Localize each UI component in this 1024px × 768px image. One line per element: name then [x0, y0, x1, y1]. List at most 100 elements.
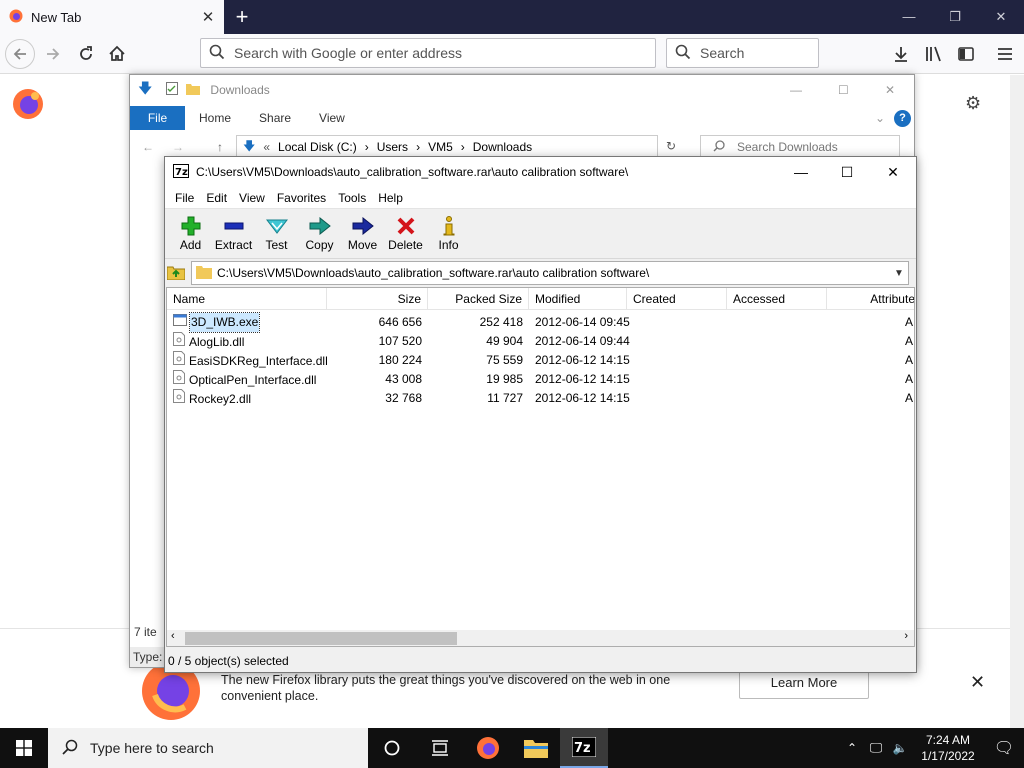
column-modified[interactable]: Modified — [529, 288, 627, 310]
table-row[interactable]: 3D_IWB.exe 646 656 252 418 2012-06-14 09:45… — [167, 312, 914, 333]
close-window-icon[interactable]: ✕ — [978, 0, 1024, 34]
column-size[interactable]: Size — [327, 288, 428, 310]
clock[interactable]: 7:24 AM 1/17/2022 — [912, 732, 984, 764]
test-button[interactable]: Test — [255, 209, 298, 258]
forward-button[interactable] — [38, 39, 68, 69]
file-attributes-cell: A — [905, 353, 914, 367]
column-accessed[interactable]: Accessed — [727, 288, 827, 310]
breadcrumb-downloads[interactable]: Downloads — [473, 140, 532, 154]
add-button[interactable]: Add — [169, 209, 212, 258]
tab-home[interactable]: Home — [185, 111, 245, 125]
sidebar-icon[interactable] — [951, 39, 981, 69]
start-button[interactable] — [0, 728, 48, 768]
cortana-icon[interactable] — [368, 728, 416, 768]
breadcrumb-vm5[interactable]: VM5 — [428, 140, 453, 154]
close-icon[interactable]: ✕ — [885, 83, 895, 97]
tab-view[interactable]: View — [305, 111, 359, 125]
gear-icon[interactable]: ⚙ — [965, 93, 981, 114]
minimize-icon[interactable]: — — [790, 83, 802, 97]
firefox-taskbar-icon[interactable] — [464, 728, 512, 768]
tab-new-tab[interactable]: New Tab ✕ — [0, 0, 224, 34]
file-name: Rockey2.dll — [189, 391, 252, 406]
copy-button[interactable]: Copy — [298, 209, 341, 258]
up-arrow-icon[interactable]: ↑ — [217, 140, 223, 154]
minus-icon — [224, 215, 244, 237]
column-packed-size[interactable]: Packed Size — [428, 288, 529, 310]
scrollbar-thumb[interactable] — [185, 632, 457, 645]
back-arrow-icon[interactable]: ← — [142, 140, 154, 154]
extract-button[interactable]: Extract — [212, 209, 255, 258]
refresh-icon[interactable]: ↻ — [666, 139, 676, 153]
delete-button[interactable]: Delete — [384, 209, 427, 258]
maximize-icon[interactable]: ☐ — [838, 83, 849, 97]
task-view-icon[interactable] — [416, 728, 464, 768]
scroll-left-icon[interactable]: ‹ — [171, 630, 175, 642]
notification-icon[interactable]: 🗨 — [984, 738, 1024, 758]
url-bar[interactable]: Search with Google or enter address — [200, 38, 656, 68]
table-row[interactable]: Rockey2.dll 32 768 11 727 2012-06-12 14:15 A — [167, 389, 914, 408]
column-name[interactable]: Name — [167, 288, 327, 310]
list-header: Name Size Packed Size Modified Created A… — [167, 288, 914, 310]
table-row[interactable]: EasiSDKReg_Interface.dll 180 224 75 559 201… — [167, 351, 914, 370]
close-icon[interactable]: ✕ — [196, 8, 220, 26]
reload-button[interactable] — [71, 39, 101, 69]
scroll-right-icon[interactable]: › — [904, 630, 908, 642]
file-modified-cell: 2012-06-14 09:44 — [535, 334, 630, 348]
7zip-file-list: Name Size Packed Size Modified Created A… — [166, 287, 915, 647]
menu-view[interactable]: View — [233, 191, 271, 205]
menu-tools[interactable]: Tools — [332, 191, 372, 205]
navigation-toolbar: Search with Google or enter address Sear… — [0, 34, 1024, 74]
menu-edit[interactable]: Edit — [200, 191, 233, 205]
chevron-down-icon[interactable]: ▼ — [890, 268, 908, 279]
delete-label: Delete — [388, 238, 423, 252]
chevron-down-icon[interactable]: ⌄ — [875, 111, 885, 125]
tab-share[interactable]: Share — [245, 111, 305, 125]
search-placeholder: Search — [700, 45, 745, 61]
menu-file[interactable]: File — [169, 191, 200, 205]
7zip-taskbar-icon[interactable]: 7z — [560, 728, 608, 768]
menu-favorites[interactable]: Favorites — [271, 191, 332, 205]
menu-icon[interactable] — [990, 39, 1020, 69]
7zip-title-bar: 7z C:\Users\VM5\Downloads\auto_calibrati… — [165, 157, 916, 187]
info-label: Info — [438, 238, 459, 252]
file-modified-cell: 2012-06-14 09:45 — [535, 315, 630, 329]
file-size-cell: 180 224 — [378, 353, 422, 367]
menu-help[interactable]: Help — [372, 191, 409, 205]
new-tab-button[interactable]: + — [228, 2, 256, 32]
table-row[interactable]: AlogLib.dll 107 520 49 904 2012-06-14 09:44… — [167, 332, 914, 351]
minimize-icon[interactable]: — — [778, 164, 824, 180]
move-button[interactable]: Move — [341, 209, 384, 258]
column-attributes[interactable]: Attributes — [827, 288, 914, 310]
minimize-icon[interactable]: — — [886, 0, 932, 34]
breadcrumb-local-disk[interactable]: Local Disk (C:) — [278, 140, 357, 154]
maximize-icon[interactable]: ☐ — [824, 164, 870, 181]
info-button[interactable]: Info — [427, 209, 470, 258]
home-button[interactable] — [102, 39, 132, 69]
table-row[interactable]: OpticalPen_Interface.dll 43 008 19 985 2012… — [167, 370, 914, 389]
volume-muted-icon[interactable]: 🔈 — [888, 741, 912, 755]
column-created[interactable]: Created — [627, 288, 727, 310]
folder-up-icon[interactable] — [166, 264, 186, 283]
help-icon[interactable]: ? — [894, 109, 911, 127]
restore-icon[interactable]: ❐ — [932, 0, 978, 34]
close-icon[interactable]: ✕ — [870, 164, 916, 181]
search-bar[interactable]: Search — [666, 38, 819, 68]
tab-file[interactable]: File — [130, 106, 185, 130]
file-attributes-cell: A — [905, 334, 914, 348]
library-icon[interactable] — [919, 39, 949, 69]
firefox-logo-icon — [12, 88, 44, 123]
7zip-address-combo[interactable]: C:\Users\VM5\Downloads\auto_calibration_… — [191, 261, 909, 285]
file-explorer-taskbar-icon[interactable] — [512, 728, 560, 768]
file-modified-cell: 2012-06-12 14:15 — [535, 372, 630, 386]
download-icon[interactable] — [886, 39, 916, 69]
chevron-up-icon[interactable]: ⌃ — [840, 741, 864, 755]
horizontal-scrollbar[interactable]: ‹ › — [167, 630, 914, 646]
back-button[interactable] — [5, 39, 35, 69]
close-icon[interactable]: ✕ — [970, 672, 985, 693]
taskbar-search-box[interactable]: Type here to search — [48, 728, 368, 768]
network-icon[interactable]: 🖵 — [864, 740, 888, 756]
breadcrumb-users[interactable]: Users — [377, 140, 408, 154]
page-scrollbar[interactable] — [1010, 75, 1024, 728]
taskbar-search-placeholder: Type here to search — [90, 740, 214, 756]
forward-arrow-icon[interactable]: → — [172, 140, 184, 154]
